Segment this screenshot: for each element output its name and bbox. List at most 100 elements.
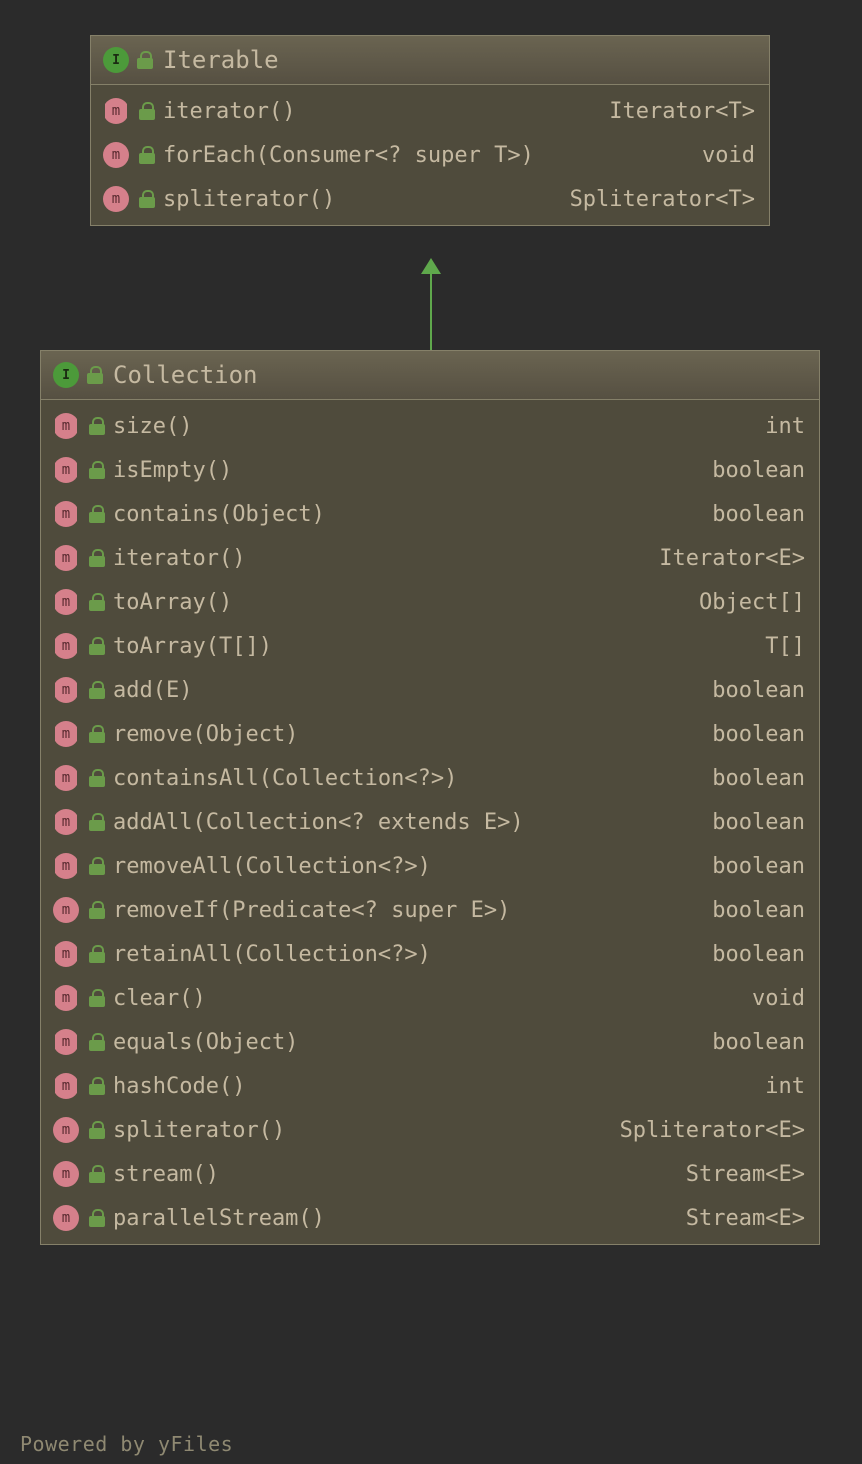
method-return-type: int [765, 414, 805, 439]
method-row[interactable]: m removeAll(Collection<?>) boolean [41, 844, 819, 888]
method-row[interactable]: m forEach(Consumer<? super T>) void [91, 133, 769, 177]
method-row[interactable]: m retainAll(Collection<?>) boolean [41, 932, 819, 976]
class-node-collection[interactable]: I Collection m size() int m isEmpty() boolean… [40, 350, 820, 1245]
lock-icon [89, 945, 105, 963]
method-signature: add(E) [113, 678, 192, 703]
method-signature: containsAll(Collection<?>) [113, 766, 457, 791]
method-row[interactable]: m contains(Object) boolean [41, 492, 819, 536]
method-return-type: boolean [712, 942, 805, 967]
method-return-type: boolean [712, 766, 805, 791]
method-icon: m [53, 1205, 79, 1231]
abstract-method-icon: m [103, 98, 129, 124]
method-signature: removeAll(Collection<?>) [113, 854, 431, 879]
method-return-type: Stream<E> [686, 1206, 805, 1231]
abstract-method-icon: m [53, 457, 79, 483]
method-return-type: boolean [712, 854, 805, 879]
method-signature: contains(Object) [113, 502, 325, 527]
watermark-text: Powered by yFiles [20, 1432, 233, 1456]
method-row[interactable]: mparallelStream()Stream<E> [41, 1196, 819, 1240]
interface-icon: I [53, 362, 79, 388]
method-return-type: boolean [712, 502, 805, 527]
method-icon: m [53, 1161, 79, 1187]
method-return-type: boolean [712, 678, 805, 703]
method-signature: spliterator() [163, 187, 335, 212]
method-row[interactable]: mremoveIf(Predicate<? super E>)boolean [41, 888, 819, 932]
lock-icon [89, 417, 105, 435]
lock-icon [139, 146, 155, 164]
method-row[interactable]: mcontainsAll(Collection<?>)boolean [41, 756, 819, 800]
method-signature: isEmpty() [113, 458, 232, 483]
method-return-type: int [765, 1074, 805, 1099]
method-row[interactable]: m toArray() Object[] [41, 580, 819, 624]
abstract-method-icon: m [53, 941, 79, 967]
abstract-method-icon: m [53, 985, 79, 1011]
abstract-method-icon: m [53, 413, 79, 439]
lock-icon [89, 637, 105, 655]
abstract-method-icon: m [53, 589, 79, 615]
method-row[interactable]: mequals(Object)boolean [41, 1020, 819, 1064]
method-row[interactable]: m size() int [41, 404, 819, 448]
method-row[interactable]: m iterator() Iterator<E> [41, 536, 819, 580]
method-signature: size() [113, 414, 192, 439]
method-signature: clear() [113, 986, 206, 1011]
class-node-iterable[interactable]: I Iterable miterator()Iterator<T>mforEac… [90, 35, 770, 226]
method-signature: spliterator() [113, 1118, 285, 1143]
method-signature: toArray() [113, 590, 232, 615]
method-icon: m [103, 142, 129, 168]
abstract-method-icon: m [53, 677, 79, 703]
method-row[interactable]: mhashCode()int [41, 1064, 819, 1108]
lock-icon [137, 51, 153, 69]
method-signature: stream() [113, 1162, 219, 1187]
method-row[interactable]: miterator()Iterator<T> [91, 89, 769, 133]
method-return-type: boolean [712, 722, 805, 747]
lock-icon [89, 769, 105, 787]
class-body: miterator()Iterator<T>mforEach(Consumer<… [91, 85, 769, 225]
method-signature: hashCode() [113, 1074, 245, 1099]
lock-icon [87, 366, 103, 384]
lock-icon [89, 681, 105, 699]
method-return-type: Iterator<E> [659, 546, 805, 571]
lock-icon [139, 190, 155, 208]
method-row[interactable]: maddAll(Collection<? extends E>)boolean [41, 800, 819, 844]
method-signature: retainAll(Collection<?>) [113, 942, 431, 967]
abstract-method-icon: m [53, 545, 79, 571]
method-row[interactable]: mspliterator()Spliterator<T> [91, 177, 769, 221]
method-signature: toArray(T[]) [113, 634, 272, 659]
lock-icon [89, 1165, 105, 1183]
lock-icon [89, 593, 105, 611]
lock-icon [89, 505, 105, 523]
method-row[interactable]: mclear()void [41, 976, 819, 1020]
method-return-type: T[] [765, 634, 805, 659]
lock-icon [89, 549, 105, 567]
method-icon: m [103, 186, 129, 212]
method-row[interactable]: mtoArray(T[])T[] [41, 624, 819, 668]
class-header[interactable]: I Collection [41, 351, 819, 400]
method-row[interactable]: mstream()Stream<E> [41, 1152, 819, 1196]
method-return-type: boolean [712, 1030, 805, 1055]
method-row[interactable]: mspliterator()Spliterator<E> [41, 1108, 819, 1152]
method-signature: forEach(Consumer<? super T>) [163, 143, 534, 168]
lock-icon [139, 102, 155, 120]
method-signature: iterator() [163, 99, 295, 124]
method-row[interactable]: m add(E) boolean [41, 668, 819, 712]
method-icon: m [53, 897, 79, 923]
abstract-method-icon: m [53, 853, 79, 879]
inheritance-arrow [421, 258, 441, 350]
method-return-type: Object[] [699, 590, 805, 615]
arrow-line [430, 272, 432, 350]
method-signature: remove(Object) [113, 722, 298, 747]
class-header[interactable]: I Iterable [91, 36, 769, 85]
method-signature: iterator() [113, 546, 245, 571]
lock-icon [89, 857, 105, 875]
lock-icon [89, 1209, 105, 1227]
method-return-type: void [702, 143, 755, 168]
method-return-type: boolean [712, 810, 805, 835]
abstract-method-icon: m [53, 501, 79, 527]
lock-icon [89, 901, 105, 919]
abstract-method-icon: m [53, 721, 79, 747]
lock-icon [89, 1033, 105, 1051]
method-row[interactable]: misEmpty()boolean [41, 448, 819, 492]
class-title: Collection [113, 361, 258, 389]
method-row[interactable]: m remove(Object) boolean [41, 712, 819, 756]
method-icon: m [53, 1117, 79, 1143]
